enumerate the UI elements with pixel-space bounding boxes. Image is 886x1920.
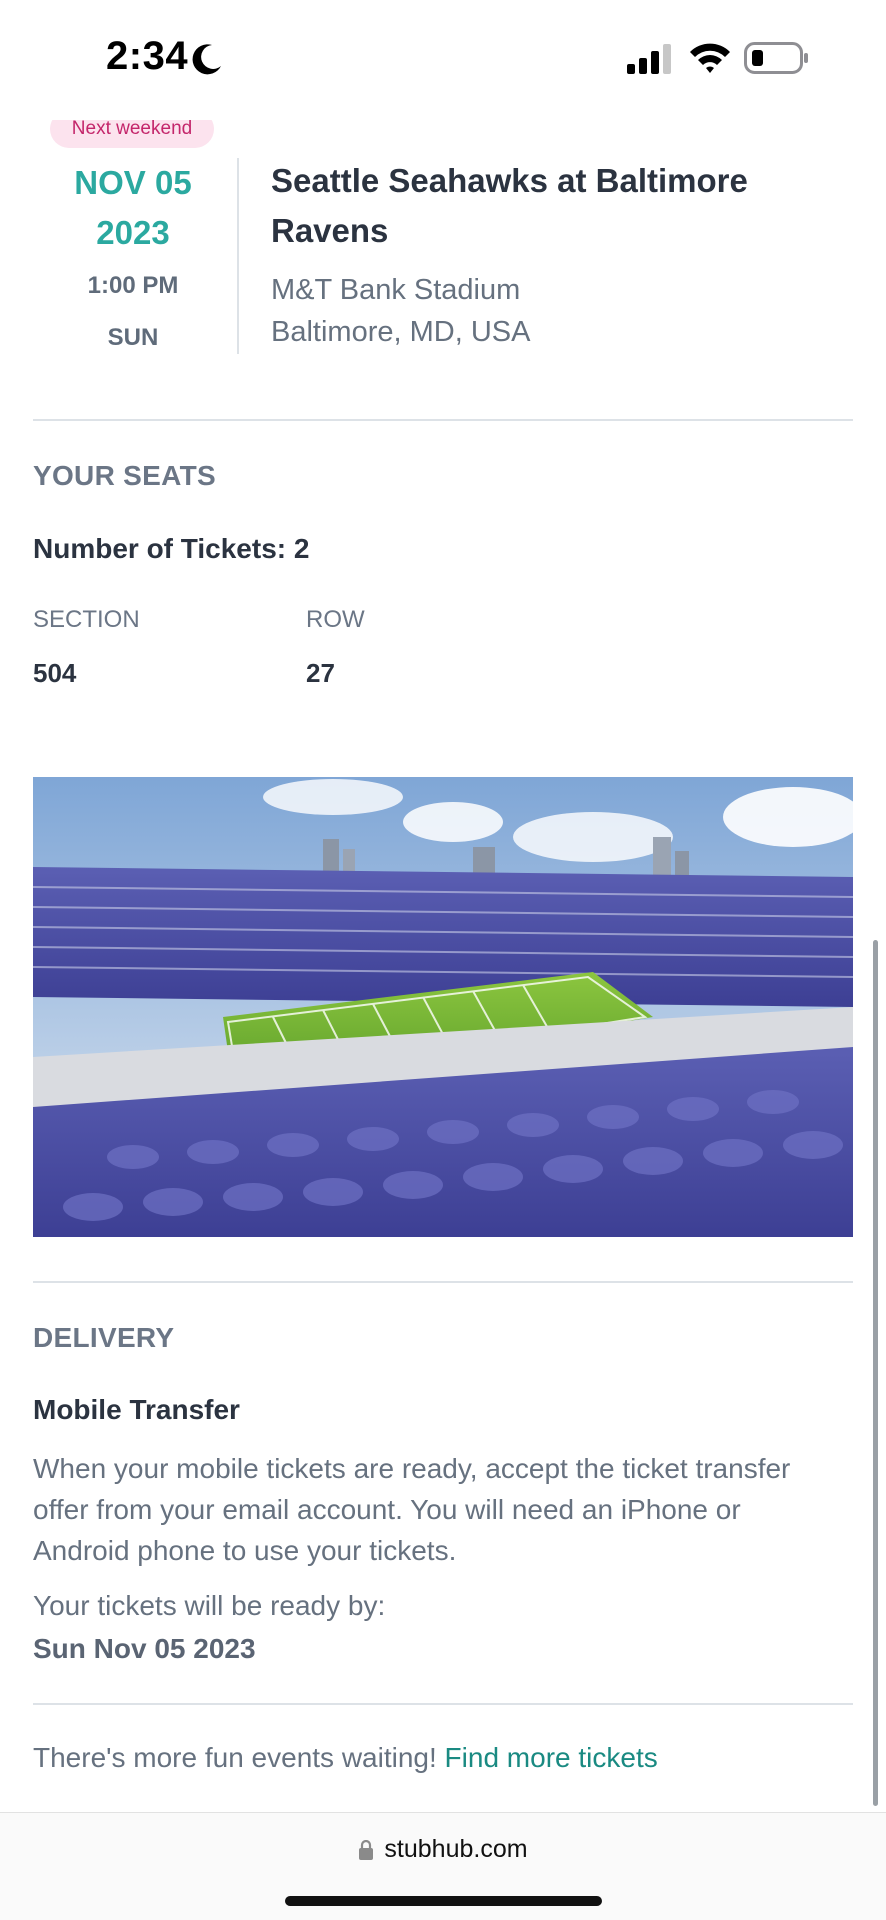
page: 2:34 Next weekend NOV 05 2023 1:00 PM SU… xyxy=(0,0,886,1920)
wifi-icon xyxy=(690,43,730,73)
url-text: stubhub.com xyxy=(384,1835,528,1863)
ready-by-label: Your tickets will be ready by: xyxy=(33,1590,386,1621)
row-value: 27 xyxy=(306,658,335,688)
url-bar[interactable]: stubhub.com xyxy=(0,1835,886,1864)
more-events-text: There's more fun events waiting! xyxy=(33,1742,437,1773)
venue-name: M&T Bank Stadium xyxy=(271,274,521,306)
section-label: SECTION xyxy=(33,606,140,633)
event-year: 2023 xyxy=(96,214,170,251)
more-events-line: There's more fun events waiting! Find mo… xyxy=(33,1742,658,1774)
ready-by-date: Sun Nov 05 2023 xyxy=(33,1633,256,1664)
status-time: 2:34 xyxy=(106,34,189,78)
divider xyxy=(33,1281,853,1283)
browser-bottom-bar: stubhub.com xyxy=(0,1812,886,1920)
battery-icon xyxy=(744,42,808,74)
event-title[interactable]: Seattle Seahawks at Baltimore Ravens xyxy=(271,156,831,256)
seat-view-image xyxy=(33,777,853,1237)
venue-location: Baltimore, MD, USA xyxy=(271,316,531,348)
lock-icon xyxy=(359,1839,374,1860)
divider xyxy=(33,1703,853,1705)
page-scrollbar[interactable] xyxy=(873,940,878,1806)
find-more-tickets-link[interactable]: Find more tickets xyxy=(445,1742,658,1773)
divider xyxy=(33,419,853,421)
row-label: ROW xyxy=(306,606,365,633)
delivery-method: Mobile Transfer xyxy=(33,1394,240,1425)
moon-icon xyxy=(192,44,221,75)
event-date-block: NOV 05 2023 1:00 PM SUN xyxy=(40,158,226,352)
status-bar: 2:34 xyxy=(0,0,886,120)
date-divider xyxy=(237,158,239,354)
delivery-heading: DELIVERY xyxy=(33,1322,175,1353)
delivery-description: When your mobile tickets are ready, acce… xyxy=(33,1453,791,1566)
your-seats-heading: YOUR SEATS xyxy=(33,460,216,491)
home-indicator[interactable] xyxy=(285,1896,602,1906)
event-month-day: NOV 05 xyxy=(74,164,192,201)
ticket-count: Number of Tickets: 2 xyxy=(33,533,310,564)
event-weekday: SUN xyxy=(107,324,159,351)
section-value: 504 xyxy=(33,658,77,688)
event-time: 1:00 PM xyxy=(87,272,179,299)
cellular-signal-icon xyxy=(627,44,671,74)
